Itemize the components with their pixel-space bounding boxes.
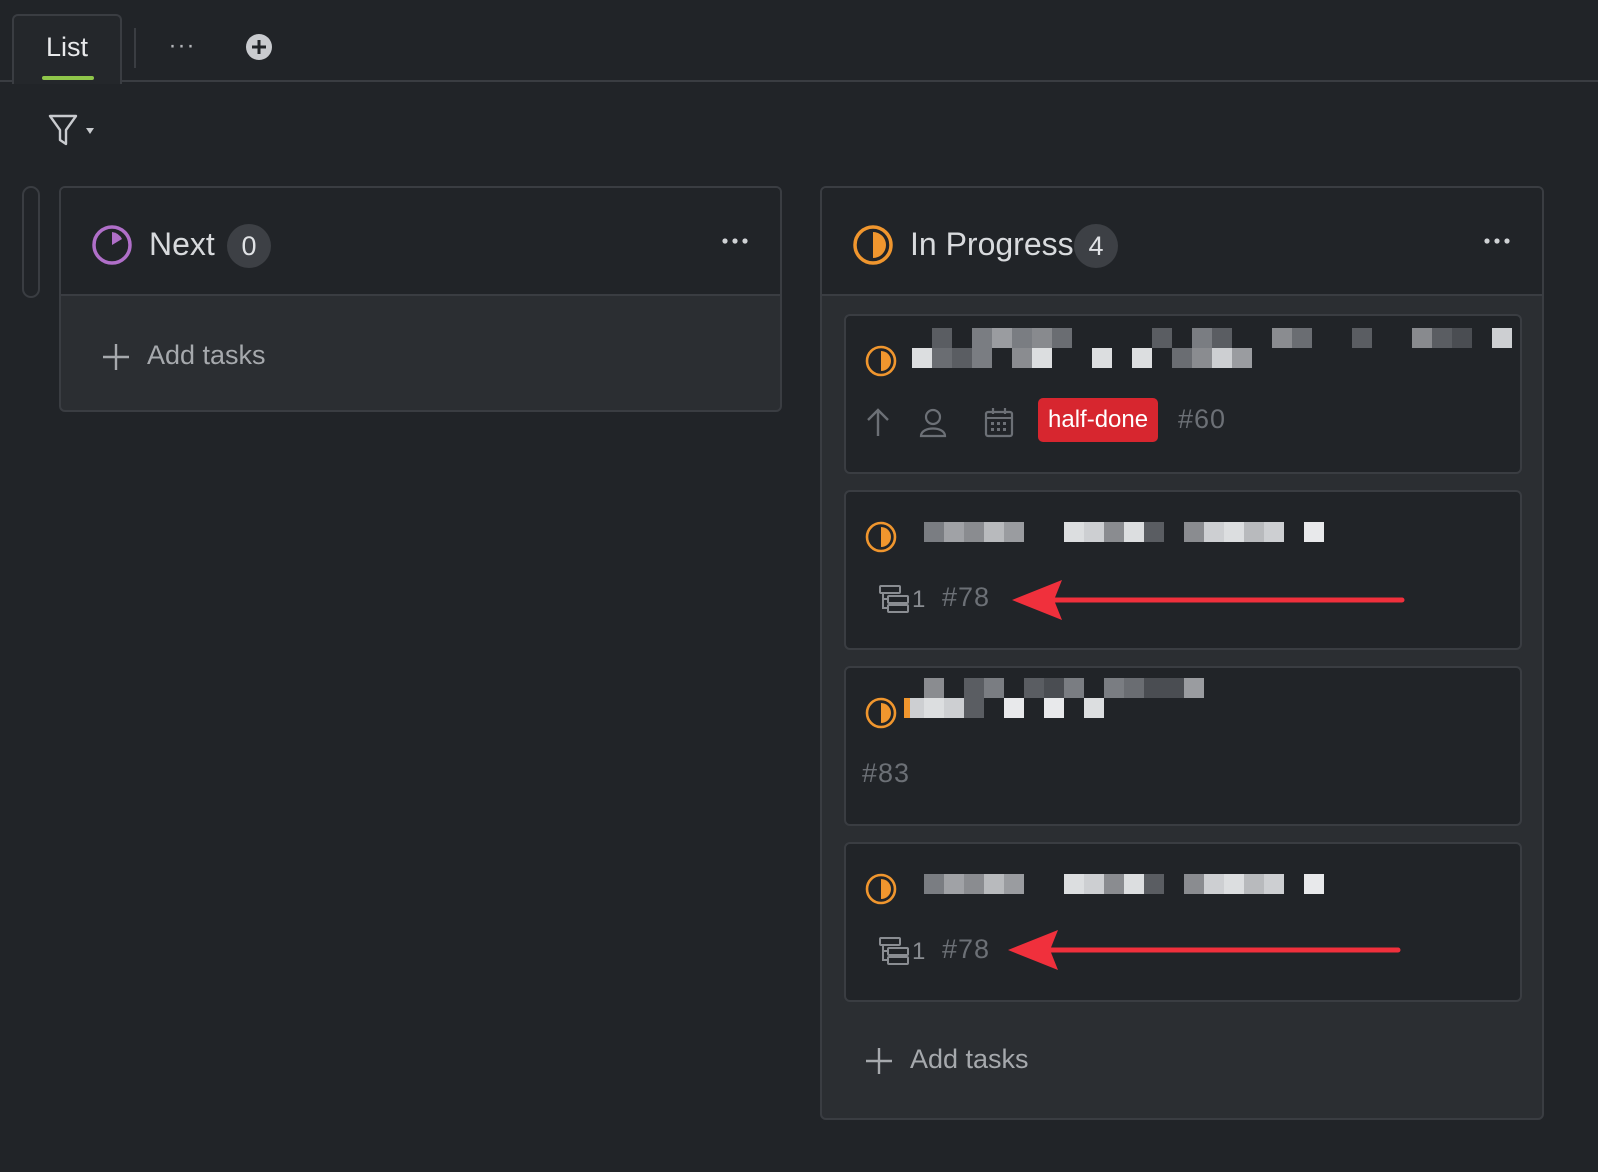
task-id: #60 [1178,404,1227,434]
column-count-badge: 0 [227,224,271,268]
add-tasks-button[interactable]: Add tasks [101,336,341,376]
column-title: Next [149,226,215,262]
annotation-arrow-icon [1008,930,1401,970]
task-title-redacted [924,522,1520,562]
tab-list[interactable]: List [12,14,122,84]
more-options-icon[interactable] [1482,226,1512,256]
task-card[interactable]: #83 [844,666,1522,826]
column-next: Next 0 Add tasks [59,186,782,412]
tag-half-done[interactable]: half-done [1038,398,1159,442]
task-card[interactable]: 1 #78 [844,490,1522,650]
active-tab-indicator [42,76,94,80]
task-card[interactable]: 1 #78 [844,842,1522,1002]
status-in-progress-icon [853,225,893,265]
arrow-up-icon[interactable] [864,406,892,438]
plus-circle-icon [246,34,272,60]
collapsed-column-handle[interactable] [22,186,40,298]
column-in-progress: In Progress 4 half-done #60 1 #78 #83 1 … [820,186,1544,1120]
task-title-redacted [924,874,1520,914]
status-in-progress-icon[interactable] [864,344,898,378]
status-in-progress-icon[interactable] [864,520,898,554]
subtasks-icon [879,937,909,965]
filter-icon [48,114,94,146]
add-tasks-label: Add tasks [910,1044,1029,1074]
column-header: Next 0 [61,188,780,296]
add-tasks-button[interactable]: Add tasks [864,1040,1104,1080]
task-title-redacted [912,328,1520,368]
plus-icon [866,1048,892,1074]
filter-dropdown[interactable] [48,112,108,148]
tab-more-button[interactable]: ··· [166,26,198,66]
more-options-icon[interactable] [720,226,750,256]
user-icon[interactable] [918,406,948,438]
annotation-arrow-icon [1012,580,1405,620]
add-view-button[interactable] [244,32,274,62]
subtasks-icon [879,585,909,613]
subtask-count: 1 [912,586,927,613]
column-count-badge: 4 [1074,224,1118,268]
tab-divider [134,28,136,68]
task-id: #83 [862,758,911,788]
calendar-icon[interactable] [984,406,1014,438]
chevron-down-icon [86,128,94,134]
plus-icon [103,344,129,370]
add-tasks-label: Add tasks [147,340,266,370]
tab-list-label: List [46,32,89,62]
status-in-progress-icon[interactable] [864,872,898,906]
task-card[interactable]: half-done #60 [844,314,1522,474]
task-id: #78 [942,582,991,612]
column-title: In Progress [910,226,1074,262]
status-in-progress-icon[interactable] [864,696,898,730]
status-next-icon [92,225,132,265]
task-title-redacted [904,678,1520,718]
tab-bar: List ··· [0,0,1598,84]
column-header: In Progress 4 [822,188,1542,296]
subtask-count: 1 [912,938,927,965]
task-id: #78 [942,934,991,964]
